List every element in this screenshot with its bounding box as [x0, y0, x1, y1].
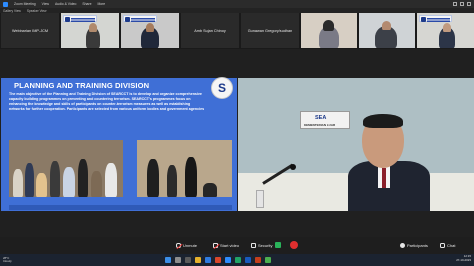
window-controls [453, 2, 474, 6]
leave-icon [290, 241, 298, 249]
menu-item-app[interactable]: Zoom Meeting [14, 2, 36, 6]
mic-off-icon [176, 242, 181, 248]
participant-tile[interactable] [417, 13, 474, 48]
office-icon[interactable] [215, 257, 221, 263]
chrome-icon[interactable] [265, 257, 271, 263]
participant-tile[interactable] [301, 13, 357, 48]
participant-face [443, 23, 451, 32]
start-video-label: Start video [220, 242, 240, 248]
chat-icon [440, 242, 445, 248]
speaker-video[interactable]: SEA KEMENTERIAN LUAR [238, 78, 474, 211]
slide-title: PLANNING AND TRAINING DIVISION [14, 81, 150, 90]
plaque-title: SEA [315, 115, 327, 121]
system-tray-clock[interactable]: 12:15 27-10-2023 [456, 254, 471, 262]
searcct-logo: S [211, 77, 233, 99]
os-taskbar: 28°C Cloudy 12:15 27-10-2023 [0, 254, 474, 266]
zoom-window: Zoom Meeting View Audio & Video Share Mo… [0, 0, 474, 266]
water-bottle [256, 190, 264, 208]
minimize-icon[interactable] [453, 2, 457, 6]
org-banner [419, 15, 453, 22]
security-label: Security [258, 242, 273, 248]
participant-strip: Webinarian IMP-JCM Amb Sujan Chinoy Guna… [0, 13, 474, 49]
zoom-logo-icon [3, 1, 8, 7]
maximize-icon[interactable] [460, 2, 464, 6]
weather-widget[interactable]: 28°C Cloudy [3, 256, 12, 263]
participants-label: Participants [407, 242, 428, 248]
participant-face [146, 23, 154, 32]
file-explorer-icon[interactable] [195, 257, 201, 263]
participants-icon [400, 242, 405, 248]
powerpoint-icon[interactable] [255, 257, 261, 263]
taskbar-apps [165, 257, 271, 263]
participant-name: Amb Sujan Chinoy [194, 28, 226, 33]
slide-drill-photo [137, 140, 232, 197]
share-screen-icon [275, 242, 281, 248]
weather-desc: Cloudy [3, 259, 12, 263]
participant-tile[interactable]: Webinarian IMP-JCM [1, 13, 59, 48]
word-icon[interactable] [245, 257, 251, 263]
participant-tile[interactable]: Amb Sujan Chinoy [181, 13, 239, 48]
excel-icon[interactable] [235, 257, 241, 263]
unmute-label: Unmute [183, 242, 198, 248]
org-banner [63, 15, 97, 22]
chat-button[interactable]: Chat [440, 240, 455, 250]
speaker-view-toggle[interactable]: Speaker View [27, 9, 47, 13]
search-icon[interactable] [175, 257, 181, 263]
chat-label: Chat [447, 242, 456, 248]
edge-icon[interactable] [205, 257, 211, 263]
share-screen-button[interactable] [275, 240, 281, 250]
org-banner [123, 15, 157, 22]
participant-tile[interactable] [61, 13, 119, 48]
menu-item-more[interactable]: More [97, 2, 105, 6]
camera-off-icon [213, 242, 218, 248]
unmute-button[interactable]: Unmute [176, 240, 197, 250]
slide-training-photo [9, 140, 123, 197]
shield-icon [251, 242, 256, 248]
participant-face [89, 23, 97, 32]
menu-item-view[interactable]: View [42, 2, 49, 6]
participant-name: Webinarian IMP-JCM [11, 28, 49, 33]
microphone [290, 164, 296, 170]
participants-button[interactable]: Participants [400, 240, 428, 250]
participant-name: Gunawan Gregory/sudhan [247, 28, 293, 33]
close-icon[interactable] [467, 2, 471, 6]
menu-item-audio-video[interactable]: Audio & Video [55, 2, 76, 6]
searcct-logo-letter: S [217, 81, 226, 95]
slide-footer [9, 205, 232, 210]
gallery-view-toggle[interactable]: Gallery View [3, 9, 21, 13]
plaque-subtitle: KEMENTERIAN LUAR [304, 123, 336, 127]
menu-item-share[interactable]: Share [82, 2, 91, 6]
clock-date: 27-10-2023 [456, 257, 471, 262]
title-bar: Zoom Meeting View Audio & Video Share Mo… [0, 0, 474, 8]
slide-body-text: The main objective of the Planning and T… [9, 92, 205, 111]
meeting-controls: Unmute Start video Security Participants… [0, 237, 474, 254]
participant-tile[interactable] [359, 13, 415, 48]
security-button[interactable]: Security [251, 240, 272, 250]
participant-face [382, 21, 391, 30]
leave-button[interactable] [290, 240, 298, 250]
participant-tile[interactable] [121, 13, 179, 48]
start-icon[interactable] [165, 257, 171, 263]
participant-tile[interactable]: Gunawan Gregory/sudhan [241, 13, 299, 48]
name-plaque: SEA KEMENTERIAN LUAR [300, 111, 350, 129]
start-video-button[interactable]: Start video [213, 240, 239, 250]
zoom-app-icon[interactable] [225, 257, 231, 263]
task-view-icon[interactable] [185, 257, 191, 263]
participant-face [323, 20, 334, 31]
